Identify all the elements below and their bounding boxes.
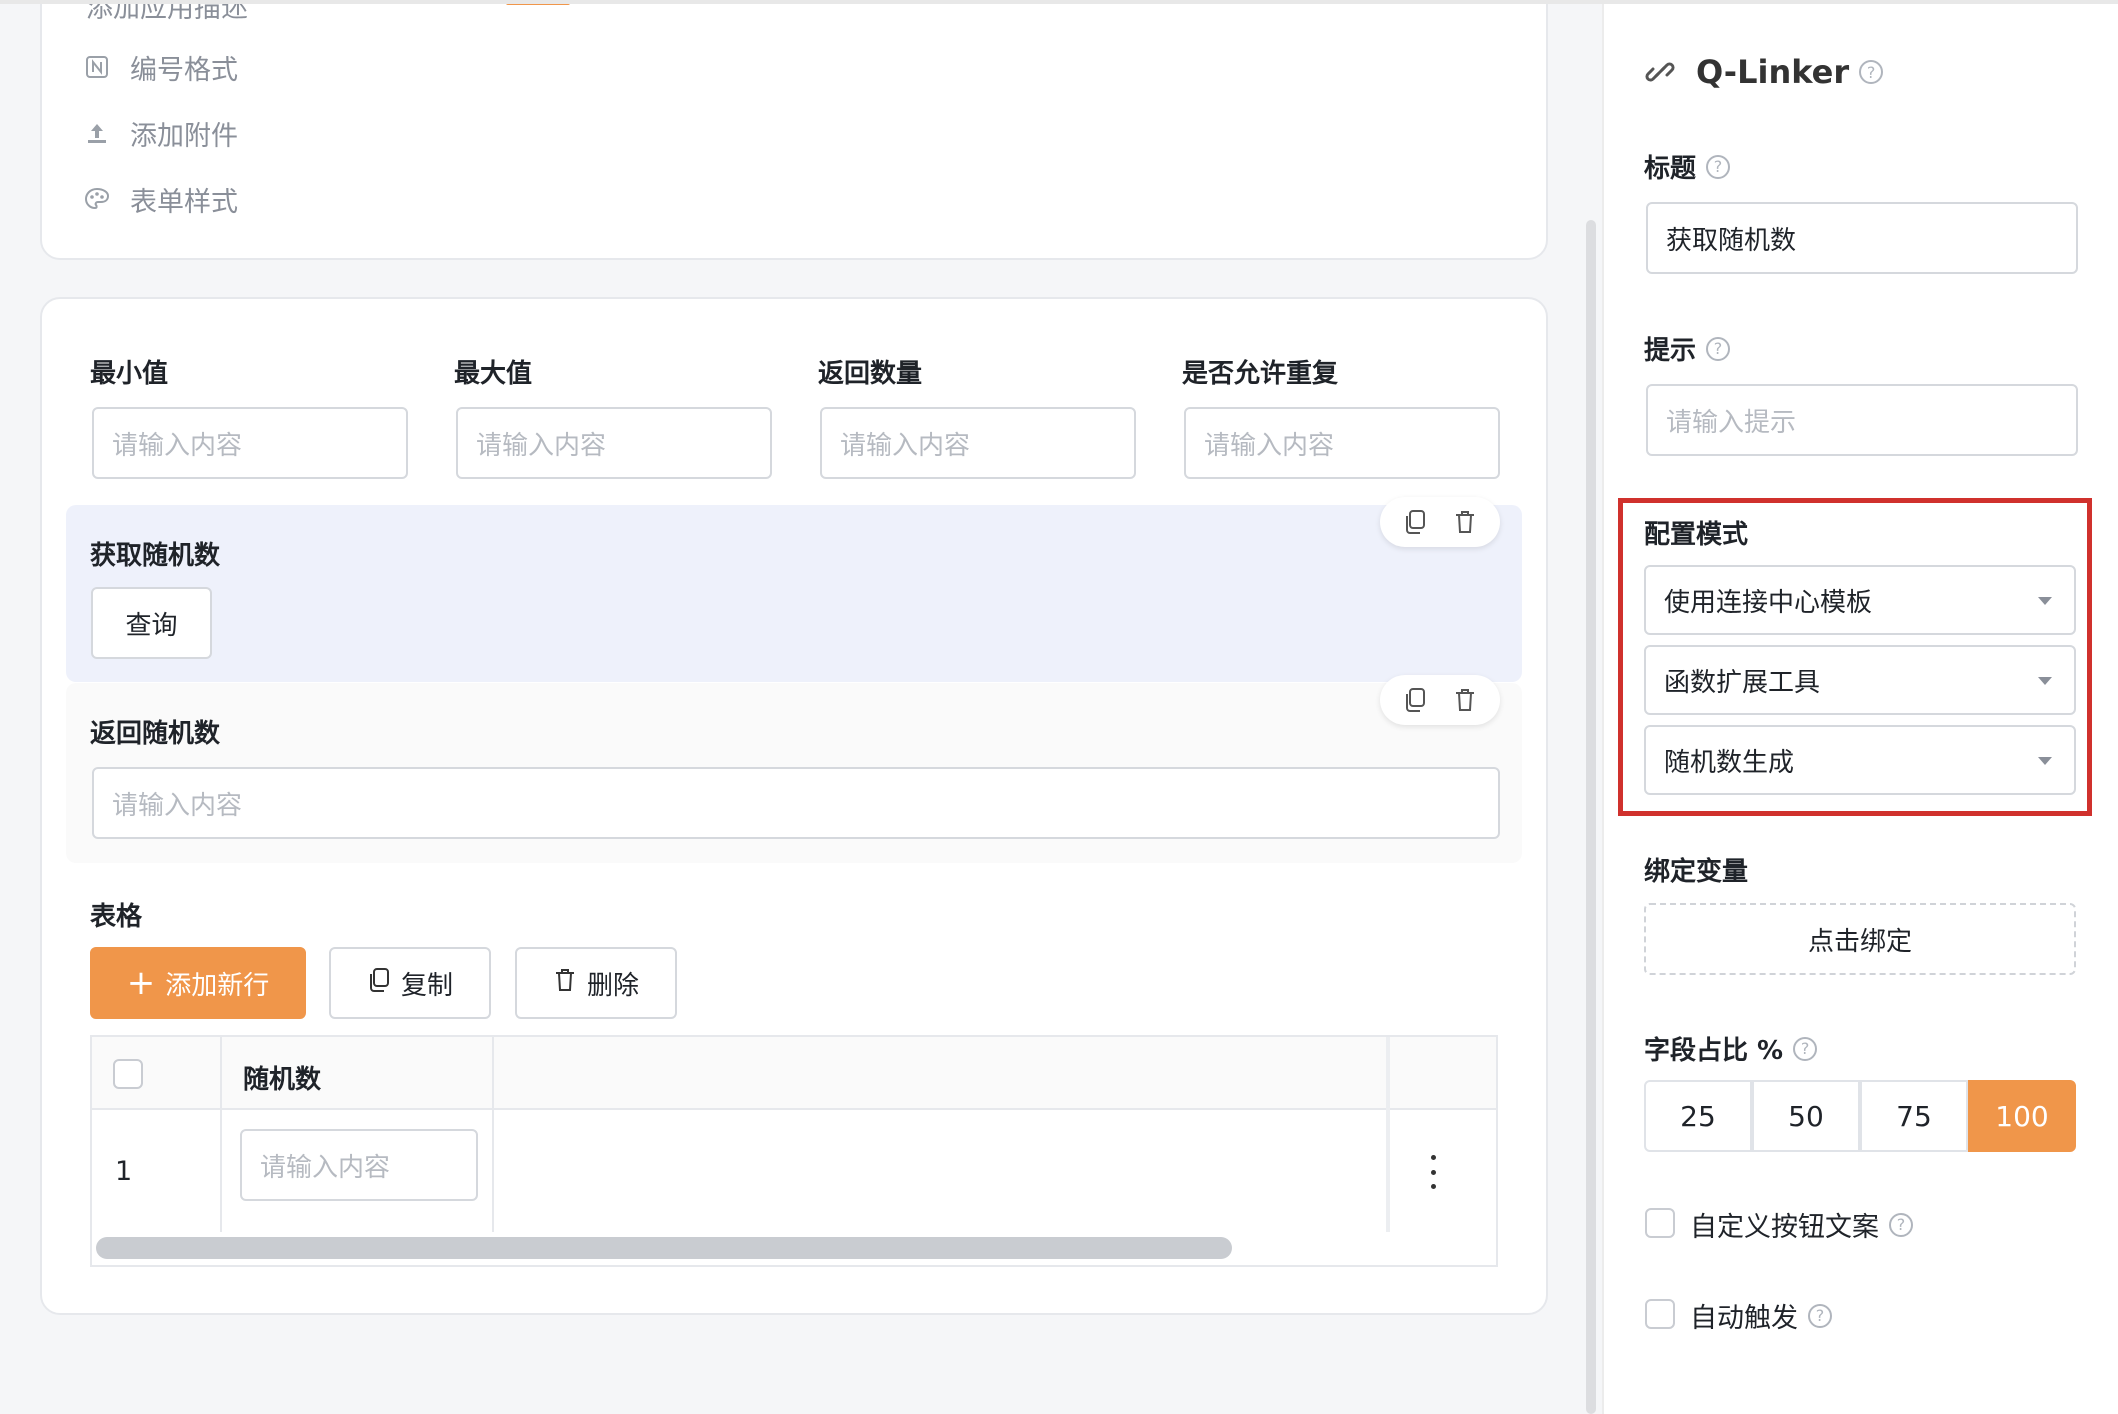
custom-button-label: 自定义按钮文案 ? — [1690, 1205, 1913, 1244]
hint-label: 提示 ? — [1644, 330, 1731, 367]
field-label-count: 返回数量 — [818, 359, 923, 389]
bind-variable-label: 绑定变量 — [1644, 857, 1749, 887]
return-number-input[interactable]: 请输入内容 — [92, 767, 1500, 839]
select-all-checkbox[interactable] — [113, 1059, 143, 1089]
page-scrollbar[interactable] — [1586, 220, 1596, 1414]
ratio-option-50[interactable]: 50 — [1752, 1080, 1860, 1152]
horizontal-scrollbar[interactable] — [96, 1237, 1232, 1259]
trash-icon — [553, 967, 577, 1000]
config-tool-select[interactable]: 函数扩展工具 — [1644, 645, 2076, 715]
help-icon[interactable]: ? — [1859, 60, 1884, 84]
add-row-button[interactable]: + 添加新行 — [90, 947, 306, 1019]
panel-header: Q-Linker ? — [1644, 50, 1884, 94]
random-block-title: 获取随机数 — [90, 541, 221, 571]
return-block-actions — [1380, 675, 1500, 725]
top-border — [0, 0, 2118, 4]
delete-row-button[interactable]: 删除 — [515, 947, 677, 1019]
field-ratio-label: 字段占比 % ? — [1644, 1030, 1818, 1067]
row-index: 1 — [115, 1156, 133, 1187]
config-mode-label: 配置模式 — [1644, 520, 1749, 550]
menu-item-number-format[interactable]: 编号格式 — [82, 47, 238, 87]
column-header-random: 随机数 — [243, 1065, 322, 1095]
menu-item-form-style[interactable]: 表单样式 — [82, 179, 238, 219]
copy-icon[interactable] — [1403, 509, 1427, 535]
row-random-input[interactable]: 请输入内容 — [240, 1129, 478, 1201]
plus-icon: + — [126, 963, 156, 1003]
custom-button-checkbox[interactable] — [1645, 1208, 1675, 1238]
config-template-select[interactable]: 使用连接中心模板 — [1644, 565, 2076, 635]
ratio-option-75[interactable]: 75 — [1860, 1080, 1968, 1152]
trash-icon[interactable] — [1453, 509, 1477, 535]
config-function-select[interactable]: 随机数生成 — [1644, 725, 2076, 795]
ratio-option-25[interactable]: 25 — [1644, 1080, 1752, 1152]
ratio-option-100[interactable]: 100 — [1968, 1080, 2076, 1152]
max-value-input[interactable]: 请输入内容 — [456, 407, 772, 479]
trash-icon[interactable] — [1453, 687, 1477, 713]
chevron-down-icon — [2038, 757, 2052, 765]
min-value-input[interactable]: 请输入内容 — [92, 407, 408, 479]
bind-variable-button[interactable]: 点击绑定 — [1644, 903, 2076, 975]
help-icon[interactable]: ? — [1706, 336, 1731, 361]
title-label: 标题 ? — [1644, 148, 1731, 185]
chevron-down-icon — [2038, 597, 2052, 605]
help-icon[interactable]: ? — [1808, 1303, 1832, 1328]
return-count-input[interactable]: 请输入内容 — [820, 407, 1136, 479]
help-icon[interactable]: ? — [1793, 1036, 1818, 1061]
help-icon[interactable]: ? — [1706, 154, 1731, 179]
settings-card — [40, 0, 1548, 260]
table-title: 表格 — [90, 902, 143, 932]
auto-trigger-checkbox[interactable] — [1645, 1299, 1675, 1329]
upload-icon — [82, 118, 112, 148]
row-more-icon[interactable] — [1425, 1155, 1441, 1189]
random-number-block[interactable] — [66, 505, 1522, 682]
link-icon — [1644, 56, 1676, 88]
field-label-min: 最小值 — [90, 359, 169, 389]
chevron-down-icon — [2038, 677, 2052, 685]
palette-icon — [82, 184, 112, 214]
number-format-icon — [82, 52, 112, 82]
field-label-max: 最大值 — [454, 359, 533, 389]
copy-icon — [367, 967, 391, 1000]
title-input[interactable]: 获取随机数 — [1646, 202, 2078, 274]
panel-brand: Q-Linker — [1696, 53, 1850, 91]
random-block-actions — [1380, 497, 1500, 547]
copy-row-button[interactable]: 复制 — [329, 947, 491, 1019]
allow-repeat-input[interactable]: 请输入内容 — [1184, 407, 1500, 479]
return-block-title: 返回随机数 — [90, 719, 221, 749]
hint-input[interactable]: 请输入提示 — [1646, 384, 2078, 456]
query-button[interactable]: 查询 — [91, 587, 212, 659]
help-icon[interactable]: ? — [1889, 1212, 1913, 1237]
field-label-allow-repeat: 是否允许重复 — [1182, 359, 1339, 389]
menu-item-attachment[interactable]: 添加附件 — [82, 113, 238, 153]
copy-icon[interactable] — [1403, 687, 1427, 713]
auto-trigger-label: 自动触发 ? — [1690, 1296, 1832, 1335]
